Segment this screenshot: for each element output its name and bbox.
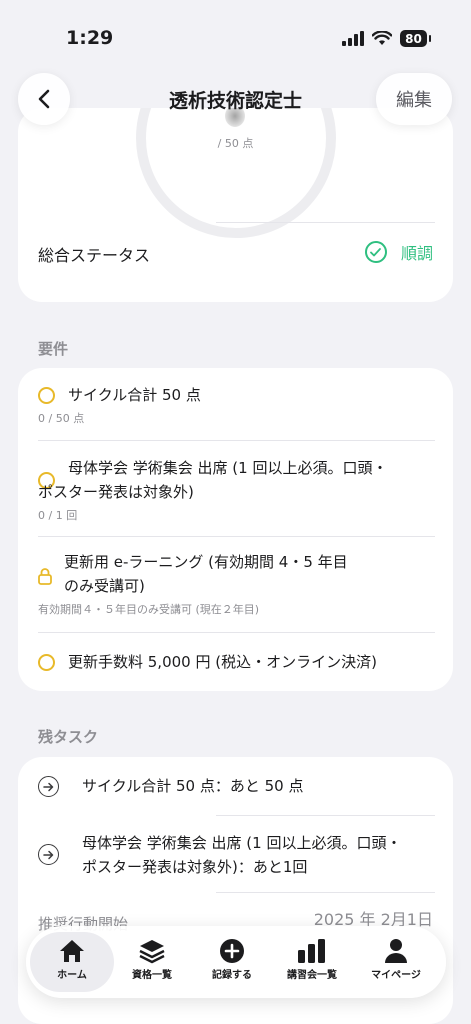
edit-button[interactable]: 編集 xyxy=(376,73,452,125)
nav-label: 資格一覧 xyxy=(132,970,172,981)
nav-courses[interactable]: 講習会一覧 xyxy=(270,932,354,992)
task-text-cont: ポスター発表は対象外)：あと1回 xyxy=(82,858,308,876)
circle-outline-icon xyxy=(38,387,55,404)
requirement-title: 更新用 e-ラーニング (有効期間 4・5 年目 xyxy=(64,553,348,571)
nav-home[interactable]: ホーム xyxy=(30,932,114,992)
requirement-item[interactable]: 更新用 e-ラーニング (有効期間 4・5 年目 のみ受講可) 有効期間４・５年… xyxy=(18,537,453,632)
requirement-note: 有効期間４・５年目のみ受講可 (現在２年目) xyxy=(38,603,260,616)
requirement-title: サイクル合計 50 点 xyxy=(68,386,201,404)
wifi-icon xyxy=(372,31,392,45)
bottom-nav: ホーム 資格一覧 記録する 講習会一覧 マイページ xyxy=(26,926,446,998)
person-icon xyxy=(385,939,407,963)
task-text: サイクル合計 50 点：あと 50 点 xyxy=(82,777,304,795)
status-icons: 80 xyxy=(342,30,431,47)
lock-icon xyxy=(38,568,52,585)
signal-icon xyxy=(342,31,364,46)
nav-label: 講習会一覧 xyxy=(287,970,337,981)
arrow-right-circle-icon xyxy=(38,844,59,865)
nav-label: マイページ xyxy=(371,970,421,981)
progress-ring xyxy=(136,108,336,238)
battery-indicator: 80 xyxy=(400,30,431,47)
nav-mypage[interactable]: マイページ xyxy=(354,932,438,992)
check-circle-icon xyxy=(364,241,387,263)
task-text: 母体学会 学術集会 出席 (1 回以上必須。口頭・ xyxy=(82,834,402,852)
nav-qualifications[interactable]: 資格一覧 xyxy=(110,932,194,992)
requirement-progress: 0 / 1 回 xyxy=(38,509,78,522)
nav-label: ホーム xyxy=(57,970,87,981)
requirement-title-cont: ポスター発表は対象外) xyxy=(38,483,194,501)
divider xyxy=(216,222,435,223)
summary-card: / 50 点 総合ステータス 順調 xyxy=(18,108,453,302)
requirements-section-label: 要件 xyxy=(38,340,69,358)
requirement-progress: 0 / 50 点 xyxy=(38,412,85,425)
requirement-item[interactable]: 母体学会 学術集会 出席 (1 回以上必須。口頭・ ポスター発表は対象外) 0 … xyxy=(18,441,453,536)
status-value-text: 順調 xyxy=(400,244,433,263)
status-time: 1:29 xyxy=(66,27,114,49)
requirements-card: サイクル合計 50 点 0 / 50 点 母体学会 学術集会 出席 (1 回以上… xyxy=(18,368,453,691)
tasks-section-label: 残タスク xyxy=(38,728,99,746)
task-item[interactable]: サイクル合計 50 点：あと 50 点 xyxy=(18,757,453,815)
nav-record[interactable]: 記録する xyxy=(190,932,274,992)
plus-circle-icon xyxy=(220,939,244,963)
requirement-title-cont: のみ受講可) xyxy=(64,577,145,595)
overall-status-value: 順調 xyxy=(364,240,433,264)
circle-outline-icon xyxy=(38,654,55,671)
arrow-right-circle-icon xyxy=(38,776,59,797)
requirement-item[interactable]: サイクル合計 50 点 0 / 50 点 xyxy=(18,368,453,440)
requirement-title: 母体学会 学術集会 出席 (1 回以上必須。口頭・ xyxy=(68,459,388,477)
overall-status-label: 総合ステータス xyxy=(38,246,151,265)
score-suffix: / 50 点 xyxy=(217,137,254,150)
nav-label: 記録する xyxy=(212,970,252,981)
task-item[interactable]: 母体学会 学術集会 出席 (1 回以上必須。口頭・ ポスター発表は対象外)：あと… xyxy=(18,816,453,892)
bar-chart-icon xyxy=(298,939,325,963)
requirement-item[interactable]: 更新手数料 5,000 円 (税込・オンライン決済) xyxy=(18,633,453,691)
requirement-title: 更新手数料 5,000 円 (税込・オンライン決済) xyxy=(68,653,377,671)
layers-icon xyxy=(139,940,165,964)
home-icon xyxy=(60,940,84,962)
